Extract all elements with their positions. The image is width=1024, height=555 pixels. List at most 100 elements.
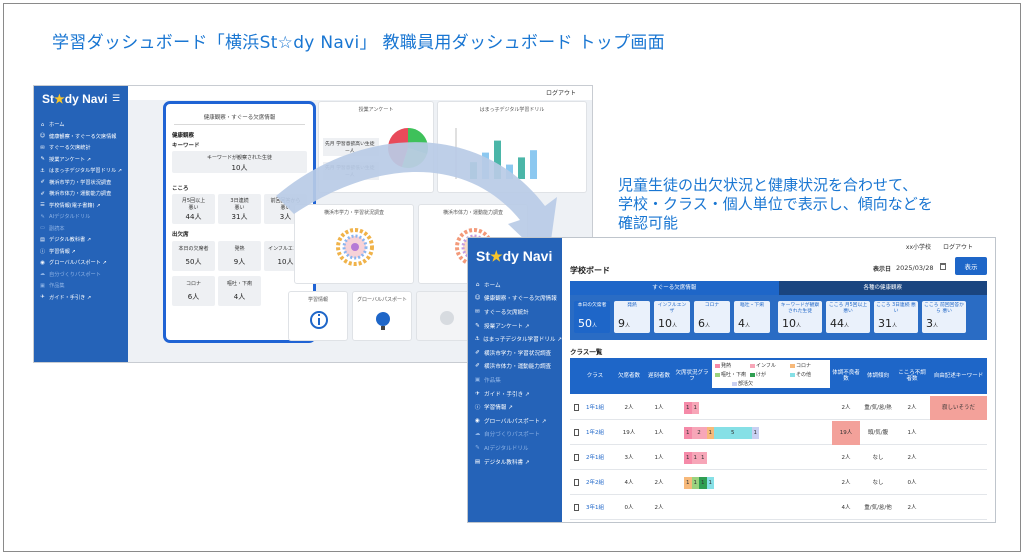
stat-number: 4	[738, 317, 745, 330]
sidebar-item[interactable]: ✐ 横浜市学力・学習状況調査	[34, 177, 128, 189]
sidebar-item[interactable]: ▣ 作品集	[34, 280, 128, 292]
class-link[interactable]: 2年1組	[580, 446, 610, 470]
sidebar-item-label: 作品集	[484, 377, 501, 384]
sidebar-item[interactable]: ◉ グローバルパスポート ↗	[34, 257, 128, 269]
stat-box[interactable]: キーワードが観察された生徒 10人	[778, 301, 822, 333]
date-field[interactable]: 2025/03/28	[896, 264, 933, 272]
class-link[interactable]: 3年1組	[580, 496, 610, 520]
app-logo: St★dy Navi	[476, 248, 553, 264]
description-line: 学校・クラス・個人単位で表示し、傾向などを	[618, 195, 933, 213]
sidebar-item[interactable]: ✉ すぐーる欠席統計	[468, 305, 562, 319]
sidebar-item-label: はまっ子デジタル学習ドリル ↗	[49, 168, 123, 175]
sidebar-item[interactable]: ▭ 副読本	[34, 223, 128, 235]
column-header[interactable]: 遅刻者数	[645, 358, 673, 394]
logout-link[interactable]: ログアウト	[943, 242, 973, 251]
sidebar-item[interactable]: ✎ 授業アンケート ↗	[468, 319, 562, 333]
bookmark-icon[interactable]	[574, 504, 579, 511]
bookmark-icon[interactable]	[574, 479, 579, 486]
table-row[interactable]: 1年1組 2人 1人 2人 重/気/怠/熱 2人 寂しいそうだ 1 1	[570, 396, 987, 420]
stat-box[interactable]: コロナ 6人	[694, 301, 730, 333]
sidebar-item[interactable]: ✎ AIデジタルドリル	[34, 211, 128, 223]
sidebar-item[interactable]: ▤ デジタル教科書 ↗	[468, 455, 562, 469]
bookmark-icon[interactable]	[574, 454, 579, 461]
keyword-box[interactable]: キーワードが観察された生徒 10人	[172, 151, 307, 173]
sidebar-item[interactable]: ☺ 健康観察・すぐーる欠席情報	[34, 131, 128, 143]
table-row[interactable]: 1年2組 19人 1人 19人 頭/気/腹 1人 1 2 1 5 1	[570, 421, 987, 445]
column-header[interactable]: クラス	[580, 358, 610, 394]
sidebar-item[interactable]: ✎ 授業アンケート ↗	[34, 154, 128, 166]
stat-box[interactable]: こころ 前回回答から 悪い 3人	[922, 301, 966, 333]
sidebar-item[interactable]: ✎ AIデジタルドリル	[468, 441, 562, 455]
absence-box[interactable]: コロナ 6人	[172, 276, 215, 306]
kokoro-count: 0人	[907, 480, 917, 486]
drill-card[interactable]: はまっ子デジタル学習ドリル	[437, 101, 587, 193]
sidebar-item[interactable]: ✈ ガイド・手引き ↗	[468, 387, 562, 401]
column-header[interactable]: 欠席状況グラフ	[673, 358, 711, 394]
bookmark-icon[interactable]	[574, 429, 579, 436]
absence-box[interactable]: 嘔吐・下痢 4人	[218, 276, 261, 306]
class-link[interactable]: 1年1組	[580, 396, 610, 420]
sidebar-item[interactable]: ✐ 横浜市体力・運動能力調査	[468, 360, 562, 374]
nav-icon: ☺	[39, 133, 46, 140]
column-header[interactable]: 自由記述キーワード	[930, 358, 987, 394]
gakuryoku-card[interactable]: 横浜市学力・学習状況調査	[294, 204, 414, 284]
logout-link[interactable]: ログアウト	[546, 88, 576, 97]
column-header[interactable]: 欠席者数	[615, 358, 643, 394]
absent-count: 19人	[622, 430, 636, 436]
sidebar-item[interactable]: ◉ グローバルパスポート ↗	[468, 414, 562, 428]
kokoro-count: 2人	[907, 405, 917, 411]
tab-absence-info[interactable]: すぐーる欠席情報	[570, 281, 779, 295]
sidebar-item[interactable]: ☁ 自分づくりパスポート	[34, 269, 128, 281]
nav-icon: ✈	[475, 390, 480, 397]
class-link[interactable]: 1年2組	[580, 421, 610, 445]
sidebar-item[interactable]: ✈ ガイド・手引き ↗	[34, 292, 128, 304]
absence-box[interactable]: 本日の欠席者 50人	[172, 241, 215, 271]
column-header[interactable]: こころ不調者数	[896, 358, 928, 394]
stat-box[interactable]: インフルエンザ 10人	[654, 301, 690, 333]
sidebar-item[interactable]: ☺ 健康観察・すぐーる欠席情報	[468, 292, 562, 306]
sidebar-item-label: ガイド・手引き ↗	[49, 294, 92, 301]
sidebar-item[interactable]: ⓘ 学習情報 ↗	[468, 400, 562, 414]
sidebar-item[interactable]: ✐ 横浜市体力・運動能力調査	[34, 188, 128, 200]
sidebar-item[interactable]: ✐ 横浜市学力・学習状況調査	[468, 346, 562, 360]
sidebar-item[interactable]: ⚓ はまっ子デジタル学習ドリル ↗	[34, 165, 128, 177]
absence-bar-segment: 1	[684, 477, 692, 489]
survey-card[interactable]: 授業アンケート 先月 学習意欲高い生徒 ー人 先月 学習意欲低い生徒 ー人	[318, 101, 434, 193]
class-link[interactable]: 2年2組	[580, 471, 610, 495]
sidebar-item[interactable]: ✉ すぐーる欠席統計	[34, 142, 128, 154]
sidebar-item[interactable]: ☁ 自分づくりパスポート	[468, 428, 562, 442]
absence-box[interactable]: 発熱 9人	[218, 241, 261, 271]
health-trend: なし	[872, 455, 884, 461]
table-row[interactable]: 2年2組 4人 2人 2人 なし 0人 1 1 1 1	[570, 471, 987, 495]
column-header[interactable]: 体調傾向	[862, 358, 894, 394]
tab-health-observation[interactable]: 各種の健康観察	[778, 281, 987, 295]
menu-icon[interactable]: ☰	[112, 94, 120, 104]
sidebar-item[interactable]: ▣ 作品集	[468, 373, 562, 387]
bookmark-icon[interactable]	[574, 404, 579, 411]
legend-entry: 発熱	[715, 362, 731, 369]
kokoro-box[interactable]: 月5回以上 悪い 44人	[172, 194, 215, 224]
calendar-icon[interactable]	[940, 263, 946, 270]
sidebar-item[interactable]: ⌂ ホーム	[34, 119, 128, 131]
table-row[interactable]: 3年1組 0人 2人 4人 重/気/怠/他 2人	[570, 496, 987, 520]
sidebar-item[interactable]: ☰ 学校情報(電子書籍) ↗	[34, 200, 128, 212]
stat-box[interactable]: 本日の欠席者 50人	[574, 301, 610, 333]
tile-learning-info[interactable]: 学習情報	[288, 291, 348, 341]
kokoro-box[interactable]: 3日連続 悪い 31人	[218, 194, 261, 224]
stat-unit: 人	[705, 323, 711, 329]
stat-box[interactable]: こころ 月5回以上 悪い 44人	[826, 301, 870, 333]
stat-box[interactable]: こころ 3日連続 悪い 31人	[874, 301, 918, 333]
tile-global-passport[interactable]: グローバルパスポート	[352, 291, 412, 341]
sidebar-item[interactable]: ▤ デジタル教科書 ↗	[34, 234, 128, 246]
stat-box[interactable]: 発熱 9人	[614, 301, 650, 333]
drill-bar	[530, 150, 537, 179]
sidebar-item[interactable]: ⚓ はまっ子デジタル学習ドリル ↗	[468, 332, 562, 346]
column-header[interactable]: 体調不良者数	[832, 358, 860, 394]
sidebar-item[interactable]: ⌂ ホーム	[468, 278, 562, 292]
table-row[interactable]: 2年1組 3人 1人 2人 なし 2人 1 1 1	[570, 446, 987, 470]
sidebar-item[interactable]: ⓘ 学習情報 ↗	[34, 246, 128, 258]
survey-title: 授業アンケート	[358, 107, 394, 113]
nav-icon: ✉	[475, 308, 480, 315]
stat-box[interactable]: 嘔吐・下痢 4人	[734, 301, 770, 333]
show-button[interactable]: 表示	[955, 257, 987, 275]
